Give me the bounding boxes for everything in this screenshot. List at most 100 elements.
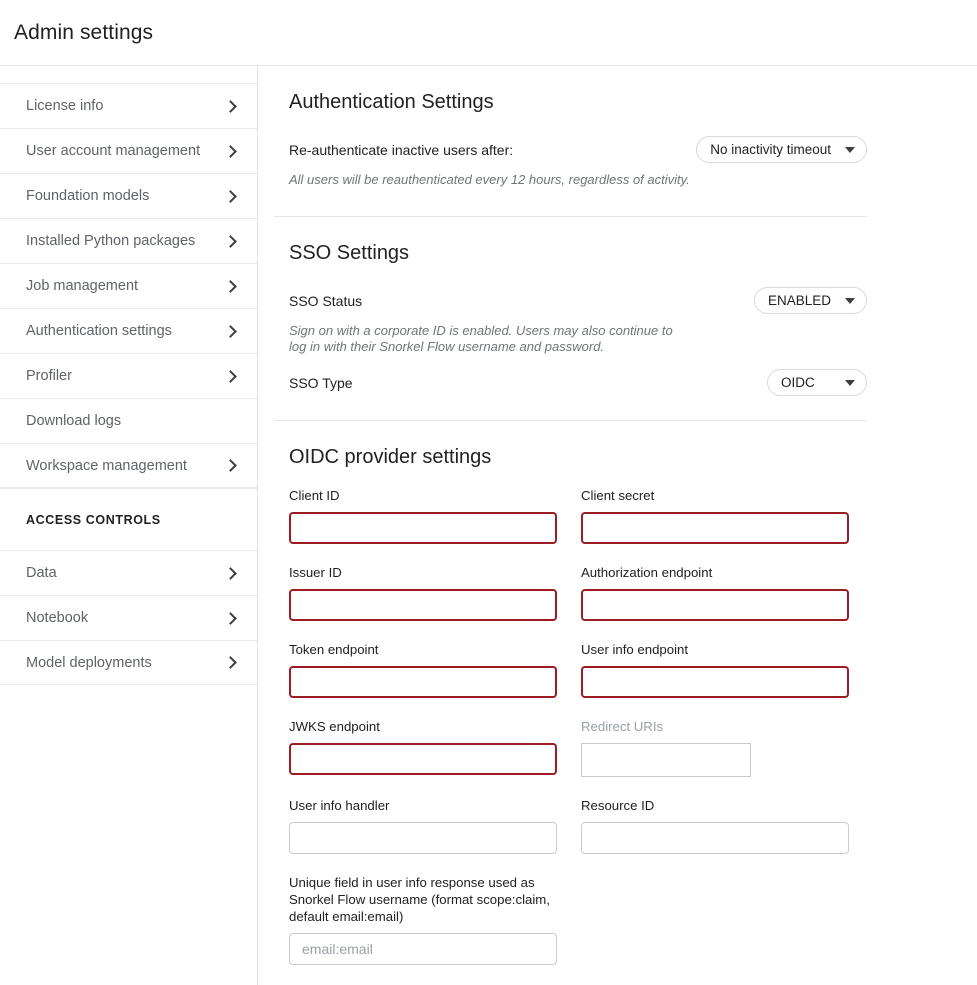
- sidebar-item-profiler[interactable]: Profiler: [0, 353, 257, 398]
- sidebar-item-authentication-settings[interactable]: Authentication settings: [0, 308, 257, 353]
- authorization-endpoint-input[interactable]: [581, 589, 849, 621]
- client-id-input[interactable]: [289, 512, 557, 544]
- sidebar-item-license-info[interactable]: License info: [0, 83, 257, 128]
- field-resource-id: Resource ID: [581, 797, 849, 854]
- page-title: Admin settings: [14, 20, 154, 44]
- sso-type-dropdown[interactable]: OIDC: [767, 369, 867, 396]
- token-endpoint-input[interactable]: [289, 666, 557, 698]
- sidebar-item-label: Foundation models: [26, 188, 150, 204]
- app-header: Admin settings: [0, 0, 977, 66]
- field-label: Redirect URIs: [581, 719, 664, 734]
- sidebar-item-label: Installed Python packages: [26, 233, 196, 249]
- sidebar-primary-list: License info User account management Fou…: [0, 83, 257, 488]
- sidebar-item-label: Profiler: [26, 368, 72, 384]
- sso-status-dropdown[interactable]: ENABLED: [753, 287, 867, 314]
- field-redirect-uris: Redirect URIs: [581, 718, 849, 777]
- field-label: Token endpoint: [289, 642, 379, 657]
- field-label: Client secret: [581, 488, 655, 503]
- chevron-right-icon: [224, 459, 237, 472]
- chevron-down-icon: [845, 146, 855, 153]
- chevron-right-icon: [224, 234, 237, 248]
- sidebar-nav: License info User account management Fou…: [0, 66, 258, 985]
- sidebar-item-foundation-models[interactable]: Foundation models: [0, 173, 257, 218]
- chevron-right-icon: [224, 279, 237, 293]
- redirect-uris-input: [581, 743, 751, 777]
- sso-status-row: SSO Status ENABLED: [289, 287, 867, 314]
- sso-status-label: SSO Status: [289, 292, 363, 309]
- sidebar-item-notebook[interactable]: Notebook: [0, 595, 257, 640]
- field-client-secret: Client secret: [581, 487, 849, 544]
- chevron-right-icon: [224, 144, 237, 158]
- sidebar-item-label: Model deployments: [26, 654, 152, 671]
- issuer-id-input[interactable]: [289, 589, 557, 621]
- field-user-info-endpoint: User info endpoint: [581, 641, 849, 698]
- field-unique-username-field: Unique field in user info response used …: [289, 874, 557, 965]
- field-label: User info handler: [289, 798, 390, 813]
- sidebar-item-label: Download logs: [26, 413, 122, 429]
- oidc-provider-settings-section: OIDC provider settings Client ID Client …: [258, 421, 977, 985]
- sidebar-group-access-controls: ACCESS CONTROLS: [0, 488, 257, 550]
- reauthenticate-label: Re-authenticate inactive users after:: [289, 141, 514, 158]
- sidebar-item-label: Data: [26, 565, 57, 581]
- jwks-endpoint-input[interactable]: [289, 743, 557, 775]
- field-label: Authorization endpoint: [581, 565, 713, 580]
- sidebar-item-label: Job management: [26, 278, 139, 294]
- authentication-settings-section: Authentication Settings Re-authenticate …: [258, 66, 977, 216]
- field-label: Unique field in user info response used …: [289, 875, 550, 924]
- sidebar-item-installed-python-packages[interactable]: Installed Python packages: [0, 218, 257, 263]
- sso-status-value: ENABLED: [767, 293, 831, 308]
- oidc-form-grid: Client ID Client secret Issuer ID Author…: [289, 487, 867, 985]
- sso-status-help-text: Sign on with a corporate ID is enabled. …: [289, 323, 673, 354]
- authentication-settings-title: Authentication Settings: [289, 91, 494, 113]
- user-info-handler-input[interactable]: [289, 822, 557, 854]
- reauthenticate-help-text: All users will be reauthenticated every …: [289, 172, 690, 187]
- field-label: JWKS endpoint: [289, 719, 380, 734]
- field-issuer-id: Issuer ID: [289, 564, 557, 621]
- sso-settings-section: SSO Settings SSO Status ENABLED Sign on …: [258, 217, 977, 420]
- chevron-right-icon: [224, 324, 237, 338]
- sso-type-label: SSO Type: [289, 374, 353, 391]
- field-label: User info endpoint: [581, 642, 689, 657]
- chevron-right-icon: [224, 566, 237, 580]
- inactivity-timeout-value: No inactivity timeout: [710, 142, 831, 157]
- sso-settings-title: SSO Settings: [289, 242, 410, 264]
- chevron-down-icon: [845, 297, 855, 304]
- sidebar-item-label: User account management: [26, 143, 201, 159]
- sidebar-item-model-deployments[interactable]: Model deployments: [0, 640, 257, 685]
- sidebar-item-label: License info: [26, 98, 104, 114]
- sidebar-item-download-logs[interactable]: Download logs: [0, 398, 257, 443]
- chevron-right-icon: [224, 189, 237, 203]
- sso-type-row: SSO Type OIDC: [289, 369, 867, 396]
- main-content: Authentication Settings Re-authenticate …: [258, 66, 977, 985]
- inactivity-timeout-dropdown[interactable]: No inactivity timeout: [696, 136, 867, 163]
- oidc-provider-settings-title: OIDC provider settings: [289, 446, 492, 468]
- sidebar-item-label: Workspace management: [26, 457, 187, 474]
- user-info-endpoint-input[interactable]: [581, 666, 849, 698]
- chevron-right-icon: [224, 611, 237, 625]
- chevron-right-icon: [224, 99, 237, 113]
- field-client-id: Client ID: [289, 487, 557, 544]
- sidebar-item-user-account-management[interactable]: User account management: [0, 128, 257, 173]
- field-label: Resource ID: [581, 798, 655, 813]
- field-label: Issuer ID: [289, 565, 342, 580]
- sidebar-item-workspace-management[interactable]: Workspace management: [0, 443, 257, 488]
- body-wrapper: License info User account management Fou…: [0, 66, 977, 985]
- field-label: Client ID: [289, 488, 340, 503]
- sidebar-group-label: ACCESS CONTROLS: [26, 512, 161, 527]
- field-user-info-handler: User info handler: [289, 797, 557, 854]
- chevron-down-icon: [845, 379, 855, 386]
- sso-type-value: OIDC: [781, 375, 815, 390]
- unique-username-field-input[interactable]: [289, 933, 557, 965]
- sidebar-item-job-management[interactable]: Job management: [0, 263, 257, 308]
- chevron-right-icon: [224, 369, 237, 383]
- sidebar-item-label: Authentication settings: [26, 323, 172, 339]
- field-token-endpoint: Token endpoint: [289, 641, 557, 698]
- field-jwks-endpoint: JWKS endpoint: [289, 718, 557, 777]
- client-secret-input[interactable]: [581, 512, 849, 544]
- sidebar-item-label: Notebook: [26, 610, 89, 626]
- sidebar-access-controls-list: Data Notebook Model deployments: [0, 550, 257, 685]
- resource-id-input[interactable]: [581, 822, 849, 854]
- sidebar-item-data[interactable]: Data: [0, 550, 257, 595]
- chevron-right-icon: [224, 656, 237, 669]
- field-authorization-endpoint: Authorization endpoint: [581, 564, 849, 621]
